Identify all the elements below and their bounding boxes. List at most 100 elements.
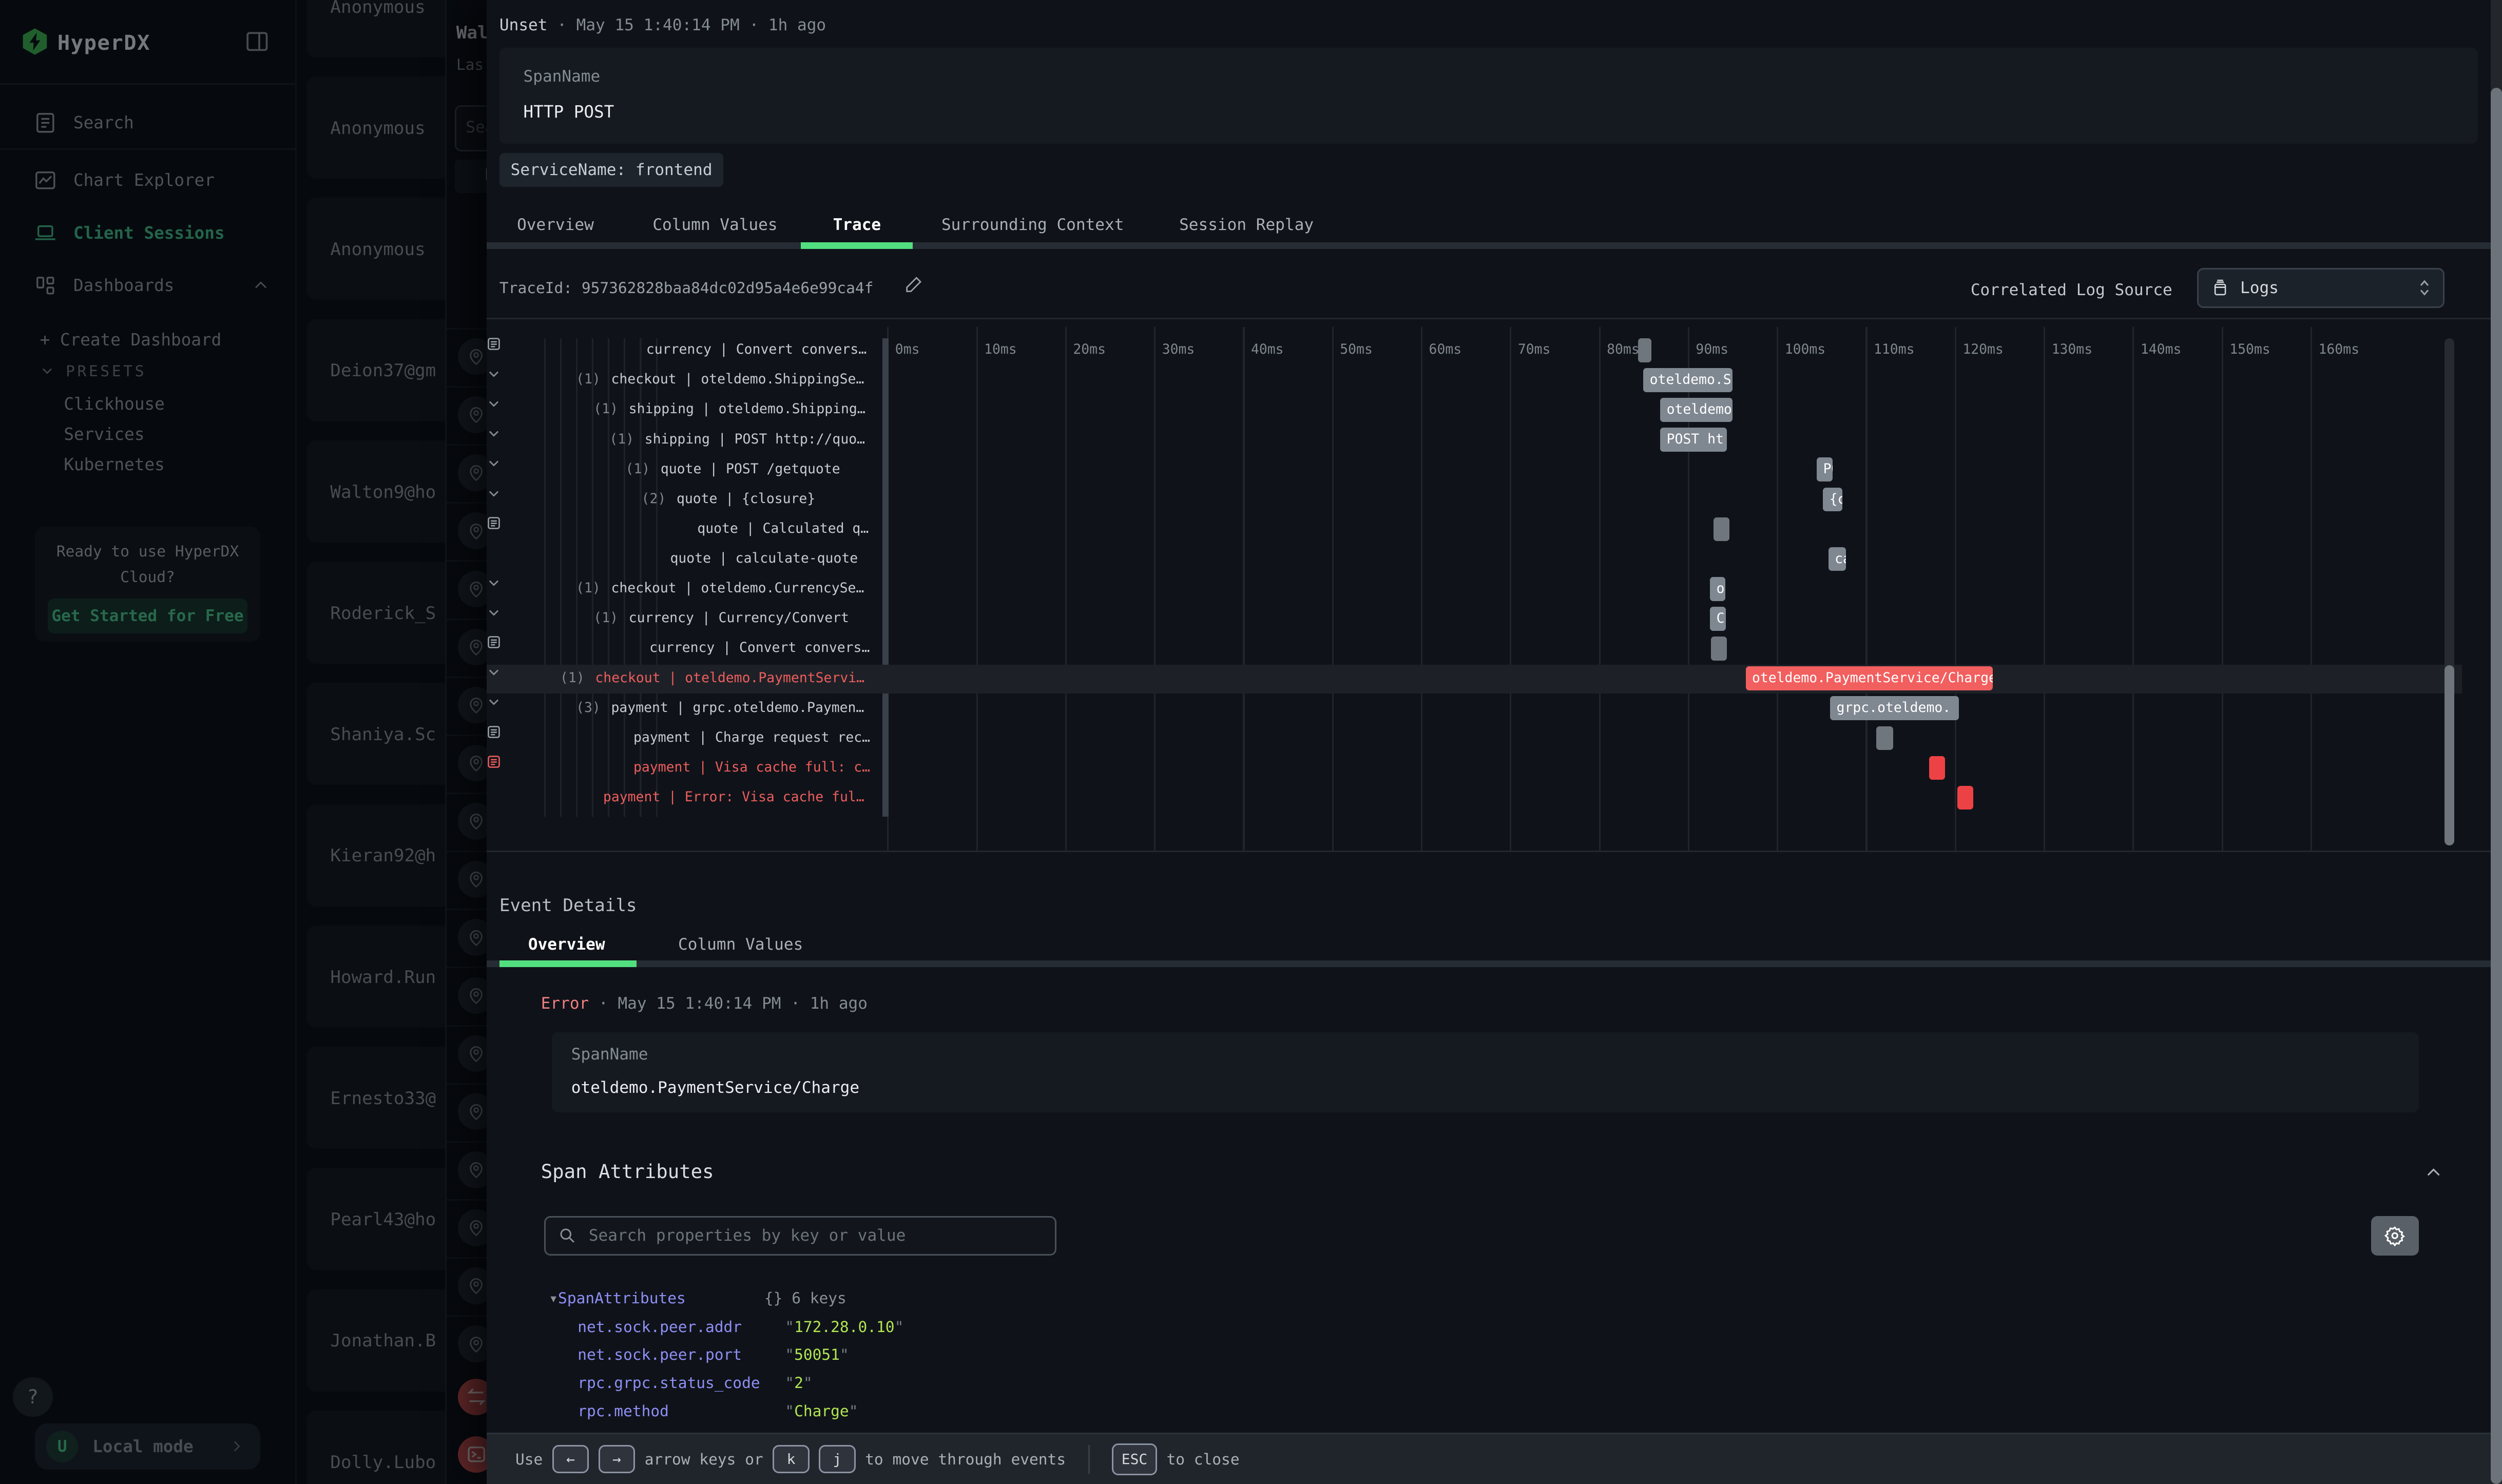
spanname-value: oteldemo.PaymentService/Charge — [571, 1078, 859, 1097]
span-child-count: (1) — [593, 401, 618, 417]
attribute-value: Charge — [794, 1402, 849, 1420]
active-tab-indicator — [801, 242, 913, 248]
attribute-row[interactable]: rpc.method"Charge" — [578, 1402, 669, 1420]
attribute-value: 50051 — [794, 1346, 840, 1363]
divider — [487, 318, 2502, 319]
service-name-chip[interactable]: ServiceName: frontend — [499, 153, 723, 186]
tab-underline-track — [487, 960, 2502, 967]
attribute-value: 2 — [794, 1374, 803, 1392]
span-duration-bar[interactable]: oteldemo.PaymentService/Charge — [1746, 666, 1993, 690]
span-event-marker[interactable] — [1638, 338, 1651, 362]
event-label: currency | Convert convers… — [649, 640, 870, 656]
attribute-root-row[interactable]: ▾SpanAttributes {} 6 keys — [549, 1289, 713, 1307]
select-chevrons-icon — [2417, 278, 2432, 297]
footer-text: to close — [1166, 1451, 1239, 1468]
attributes-search-input[interactable]: Search properties by key or value — [544, 1216, 1056, 1256]
tab-column-values[interactable]: Column Values — [652, 216, 777, 234]
search-placeholder: Search properties by key or value — [589, 1226, 906, 1245]
attribute-key: net.sock.peer.port — [578, 1346, 742, 1363]
waterfall-row[interactable]: (1) checkout | oteldemo.PaymentServi… otel… — [487, 665, 2462, 693]
span-duration-bar[interactable]: {clos — [1823, 488, 1842, 512]
tab-underline-track — [487, 242, 2502, 248]
error-status-line: Error · May 15 1:40:14 PM · 1h ago — [541, 994, 868, 1013]
spanname-label: SpanName — [571, 1045, 648, 1064]
span-duration-bar[interactable]: POST — [1817, 457, 1833, 481]
error-badge: Error — [541, 994, 589, 1013]
span-duration-bar[interactable]: Cu — [1710, 607, 1726, 631]
span-child-count: (1) — [560, 670, 585, 686]
active-tab-indicator — [499, 960, 637, 967]
waterfall-row[interactable]: (1)quote | POST /getquotePOST — [487, 456, 2462, 485]
gear-icon[interactable] — [2371, 1216, 2419, 1256]
span-event-marker[interactable] — [1876, 726, 1893, 750]
waterfall-row[interactable]: currency | Convert convers… — [487, 337, 2462, 365]
span-duration-bar[interactable]: ca — [1829, 547, 1846, 571]
kbd-arrow-left: ← — [552, 1445, 589, 1474]
kbd-j: j — [819, 1445, 855, 1474]
footer-text: arrow keys or — [645, 1451, 763, 1468]
span-label: shipping | oteldemo.Shipping… — [629, 401, 865, 417]
span-child-count: (1) — [593, 610, 618, 626]
event-label: quote | Calculated q… — [697, 521, 869, 536]
waterfall-row[interactable]: (1) currency | Currency/Convert Cu — [487, 605, 2462, 634]
event-status-line: Unset · May 15 1:40:14 PM · 1h ago — [499, 16, 826, 34]
waterfall-row[interactable]: currency | Convert convers… — [487, 635, 2462, 664]
waterfall-scrollbar-thumb[interactable] — [2445, 665, 2454, 845]
database-icon — [2211, 279, 2229, 297]
event-details-title: Event Details — [499, 895, 637, 916]
span-duration-bar[interactable]: ot — [1710, 577, 1725, 601]
waterfall-row[interactable]: payment | Error: Visa cache ful… — [487, 784, 2462, 813]
span-label: checkout | oteldemo.PaymentServi… — [595, 670, 864, 686]
span-event-marker[interactable] — [1714, 517, 1729, 542]
footer-text: Use — [515, 1451, 543, 1468]
event-label: payment | Error: Visa cache ful… — [603, 789, 864, 805]
window-scrollbar-thumb[interactable] — [2491, 88, 2502, 1484]
modal-backdrop[interactable] — [0, 0, 487, 1484]
event-label: currency | Convert convers… — [646, 341, 867, 357]
correlated-log-source-select[interactable]: Logs — [2197, 268, 2445, 308]
waterfall-row[interactable]: quote | Calculated q… — [487, 516, 2462, 545]
event-details-tab-column-values[interactable]: Column Values — [678, 935, 803, 954]
span-duration-bar[interactable]: POST ht — [1660, 428, 1727, 452]
span-child-count: (1) — [609, 431, 634, 447]
magnifier-icon — [559, 1227, 576, 1244]
waterfall-row[interactable]: quote | calculate-quoteca — [487, 546, 2462, 574]
collapse-chevron-icon[interactable] — [2424, 1163, 2443, 1182]
attribute-row[interactable]: net.sock.peer.port"50051" — [578, 1346, 742, 1363]
tab-surrounding-context[interactable]: Surrounding Context — [941, 216, 1124, 234]
waterfall-row[interactable]: (2)quote | {closure}{clos — [487, 486, 2462, 515]
tab-session-replay[interactable]: Session Replay — [1179, 216, 1314, 234]
attribute-row[interactable]: rpc.grpc.status_code"2" — [578, 1374, 760, 1392]
waterfall-row[interactable]: (3)payment | grpc.oteldemo.Paymen…grpc.o… — [487, 695, 2462, 723]
waterfall-row[interactable]: (1) shipping | oteldemo.Shipping… oteldemo — [487, 396, 2462, 425]
span-label: checkout | oteldemo.ShippingSe… — [611, 371, 864, 387]
waterfall-row[interactable]: (1)checkout | oteldemo.CurrencySe…ot — [487, 575, 2462, 604]
span-duration-bar[interactable]: oteldemo.Sh — [1643, 368, 1732, 392]
divider — [487, 851, 2502, 852]
span-event-marker[interactable] — [1957, 786, 1973, 810]
correlated-log-source-label: Correlated Log Source — [1971, 281, 2172, 299]
span-duration-bar[interactable]: oteldemo — [1660, 398, 1732, 422]
span-label: currency | Currency/Convert — [629, 610, 849, 626]
span-label: payment | grpc.oteldemo.Paymen… — [611, 700, 864, 716]
attribute-row[interactable]: net.sock.peer.addr"172.28.0.10" — [578, 1318, 742, 1336]
waterfall-row[interactable]: payment | Charge request rec… — [487, 725, 2462, 754]
event-label: payment | Visa cache full: c… — [633, 759, 870, 775]
waterfall-row[interactable]: (1)shipping | POST http://quo…POST ht — [487, 426, 2462, 455]
span-event-marker[interactable] — [1711, 637, 1727, 661]
event-ago: 1h ago — [768, 16, 826, 34]
span-duration-bar[interactable]: grpc.oteldemo. — [1830, 696, 1959, 720]
span-event-marker[interactable] — [1929, 756, 1945, 780]
tab-overview[interactable]: Overview — [517, 216, 594, 234]
event-label: payment | Charge request rec… — [633, 729, 870, 745]
event-details-tab-overview[interactable]: Overview — [528, 935, 605, 954]
tab-trace[interactable]: Trace — [833, 216, 881, 234]
waterfall-row[interactable]: payment | Visa cache full: c… — [487, 755, 2462, 783]
spanname-card: SpanName HTTP POST — [499, 48, 2478, 144]
braces-icon: {} 6 keys — [764, 1289, 846, 1307]
waterfall-row[interactable]: (1)checkout | oteldemo.ShippingSe…otelde… — [487, 367, 2462, 395]
attribute-key: rpc.method — [578, 1402, 669, 1420]
span-label: quote | {closure} — [677, 491, 815, 507]
span-child-count: (1) — [576, 580, 601, 596]
edit-pencil-icon[interactable] — [904, 275, 923, 294]
